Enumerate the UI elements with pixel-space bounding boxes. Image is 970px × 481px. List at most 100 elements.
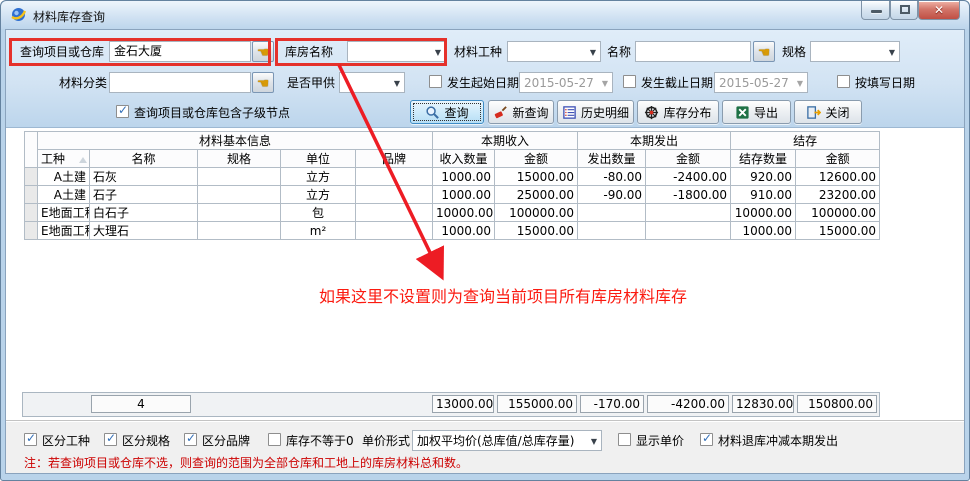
name-picker-button[interactable]: ☚: [753, 41, 775, 62]
include-children-label: 查询项目或仓库包含子级节点: [134, 105, 290, 121]
hand-picker-icon: ☚: [257, 45, 270, 61]
trade-select[interactable]: ▼: [507, 41, 601, 62]
split-brand-checkbox[interactable]: ✓: [184, 433, 197, 446]
summary-strip: 4 13000.00 155000.00 -170.00 -4200.00 12…: [22, 392, 880, 417]
hand-picker-icon: ☚: [758, 45, 771, 61]
unit-price-mode-label: 单价形式: [362, 433, 410, 449]
spec-select[interactable]: ▼: [810, 41, 900, 62]
summary-income-amount: 155000.00: [497, 395, 577, 413]
category-label: 材料分类: [59, 75, 107, 91]
summary-issue-qty: -170.00: [580, 395, 644, 413]
chevron-down-icon: ▼: [435, 48, 441, 57]
split-trade-checkbox[interactable]: ✓: [24, 433, 37, 446]
start-date-label: 发生起始日期: [447, 75, 519, 91]
app-logo-icon: [10, 6, 27, 23]
column-header-row: 工种 名称 规格 单位 品牌 收入数量 金额 发出数量 金额 结存数量 金额: [25, 150, 880, 168]
table-row[interactable]: A土建 石灰 立方 1000.00 15000.00 -80.00 -2400.…: [25, 168, 880, 186]
unit-price-mode-select[interactable]: 加权平均价(总库值/总库存量) ▼: [412, 430, 602, 451]
table-row[interactable]: E地面工程 大理石 m² 1000.00 15000.00 1000.00 15…: [25, 222, 880, 240]
inventory-table: 材料基本信息 本期收入 本期发出 结存 工种 名称 规格 单位 品牌 收入数量 …: [24, 131, 880, 240]
export-button[interactable]: 导出: [722, 100, 791, 124]
new-query-button[interactable]: 新查询: [488, 100, 554, 124]
owner-supplied-label: 是否甲供: [287, 75, 335, 91]
footer-options-panel: ✓ 区分工种 ✓ 区分规格 ✓ 区分品牌 ✓ 库存不等于0 单价形式 加权平均价…: [6, 420, 964, 473]
col-trade[interactable]: 工种: [38, 150, 90, 168]
chevron-down-icon: ▼: [797, 79, 803, 88]
stock-distribution-button[interactable]: 库存分布: [637, 100, 719, 124]
group-basic-info: 材料基本信息: [38, 132, 433, 150]
by-fill-date-checkbox[interactable]: ✓: [837, 75, 850, 88]
summary-income-qty: 13000.00: [432, 395, 494, 413]
close-button[interactable]: ✕: [918, 1, 960, 20]
start-date-checkbox[interactable]: ✓: [429, 75, 442, 88]
name-label: 名称: [607, 44, 631, 60]
chevron-down-icon: ▼: [602, 79, 608, 88]
summary-balance-amount: 150800.00: [797, 395, 877, 413]
maximize-icon: [900, 5, 910, 14]
summary-balance-qty: 12830.00: [732, 395, 794, 413]
col-income-amount[interactable]: 金额: [495, 150, 578, 168]
col-balance-amount[interactable]: 金额: [796, 150, 880, 168]
col-brand[interactable]: 品牌: [356, 150, 433, 168]
filter-panel: 查询项目或仓库 金石大厦 ☚ 库房名称 ▼ 材料工种 ▼ 名称 ☚ 规格 ▼ 材: [6, 30, 964, 128]
project-input[interactable]: 金石大厦: [109, 41, 251, 62]
nonzero-stock-checkbox[interactable]: ✓: [268, 433, 281, 446]
col-income-qty[interactable]: 收入数量: [433, 150, 495, 168]
window-title: 材料库存查询: [33, 8, 105, 25]
titlebar: 材料库存查询 ✕: [1, 1, 969, 29]
owner-supplied-select[interactable]: ▼: [339, 72, 405, 93]
excel-icon: [735, 105, 750, 120]
warehouse-select[interactable]: ▼: [347, 41, 446, 62]
split-brand-label: 区分品牌: [202, 433, 250, 449]
col-issue-amount[interactable]: 金额: [646, 150, 731, 168]
hand-picker-icon: ☚: [257, 76, 270, 92]
table-row[interactable]: A土建 石子 立方 1000.00 25000.00 -90.00 -1800.…: [25, 186, 880, 204]
group-period-issue: 本期发出: [578, 132, 731, 150]
maximize-button[interactable]: [890, 1, 918, 20]
project-label: 查询项目或仓库: [20, 44, 104, 60]
col-name[interactable]: 名称: [90, 150, 198, 168]
chevron-down-icon: ▼: [889, 48, 895, 57]
footer-note: 注：若查询项目或仓库不选，则查询的范围为全部仓库和工地上的库房材料总和数。: [24, 454, 468, 471]
minimize-icon: [871, 10, 882, 13]
chevron-down-icon: ▼: [590, 48, 596, 57]
include-children-checkbox[interactable]: ✓: [116, 105, 129, 118]
return-offset-checkbox[interactable]: ✓: [700, 433, 713, 446]
close-window-button[interactable]: 关闭: [794, 100, 862, 124]
trade-label: 材料工种: [454, 44, 502, 60]
group-header-row: 材料基本信息 本期收入 本期发出 结存: [25, 132, 880, 150]
minimize-button[interactable]: [861, 1, 890, 20]
col-spec[interactable]: 规格: [198, 150, 281, 168]
col-issue-qty[interactable]: 发出数量: [578, 150, 646, 168]
sort-indicator-icon: [79, 157, 87, 163]
return-offset-label: 材料退库冲减本期发出: [718, 433, 838, 449]
show-unit-price-checkbox[interactable]: ✓: [618, 433, 631, 446]
col-unit[interactable]: 单位: [281, 150, 356, 168]
search-icon: [425, 105, 440, 120]
end-date-label: 发生截止日期: [641, 75, 713, 91]
project-picker-button[interactable]: ☚: [252, 41, 274, 62]
category-input[interactable]: [109, 72, 251, 93]
history-detail-button[interactable]: 历史明细: [557, 100, 634, 124]
spec-label: 规格: [782, 44, 806, 60]
list-icon: [562, 105, 577, 120]
split-spec-checkbox[interactable]: ✓: [104, 433, 117, 446]
name-input[interactable]: [635, 41, 751, 62]
end-date-checkbox[interactable]: ✓: [623, 75, 636, 88]
close-icon: ✕: [919, 3, 959, 17]
show-unit-price-label: 显示单价: [636, 433, 684, 449]
material-inventory-query-window: 材料库存查询 ✕ 查询项目或仓库 金石大厦 ☚ 库房名称 ▼ 材料工种 ▼ 名称…: [0, 0, 970, 481]
wheel-icon: [644, 105, 659, 120]
category-picker-button[interactable]: ☚: [252, 72, 274, 93]
end-date-select[interactable]: 2015-05-27 ▼: [714, 72, 808, 93]
row-header-corner: [25, 132, 38, 168]
summary-issue-amount: -4200.00: [647, 395, 729, 413]
warehouse-label: 库房名称: [285, 44, 333, 60]
brush-icon: [493, 105, 508, 120]
split-spec-label: 区分规格: [122, 433, 170, 449]
col-balance-qty[interactable]: 结存数量: [731, 150, 796, 168]
start-date-select[interactable]: 2015-05-27 ▼: [519, 72, 613, 93]
table-row[interactable]: E地面工程 白石子 包 10000.00 100000.00 10000.00 …: [25, 204, 880, 222]
query-button[interactable]: 查询: [410, 100, 484, 124]
group-period-income: 本期收入: [433, 132, 578, 150]
